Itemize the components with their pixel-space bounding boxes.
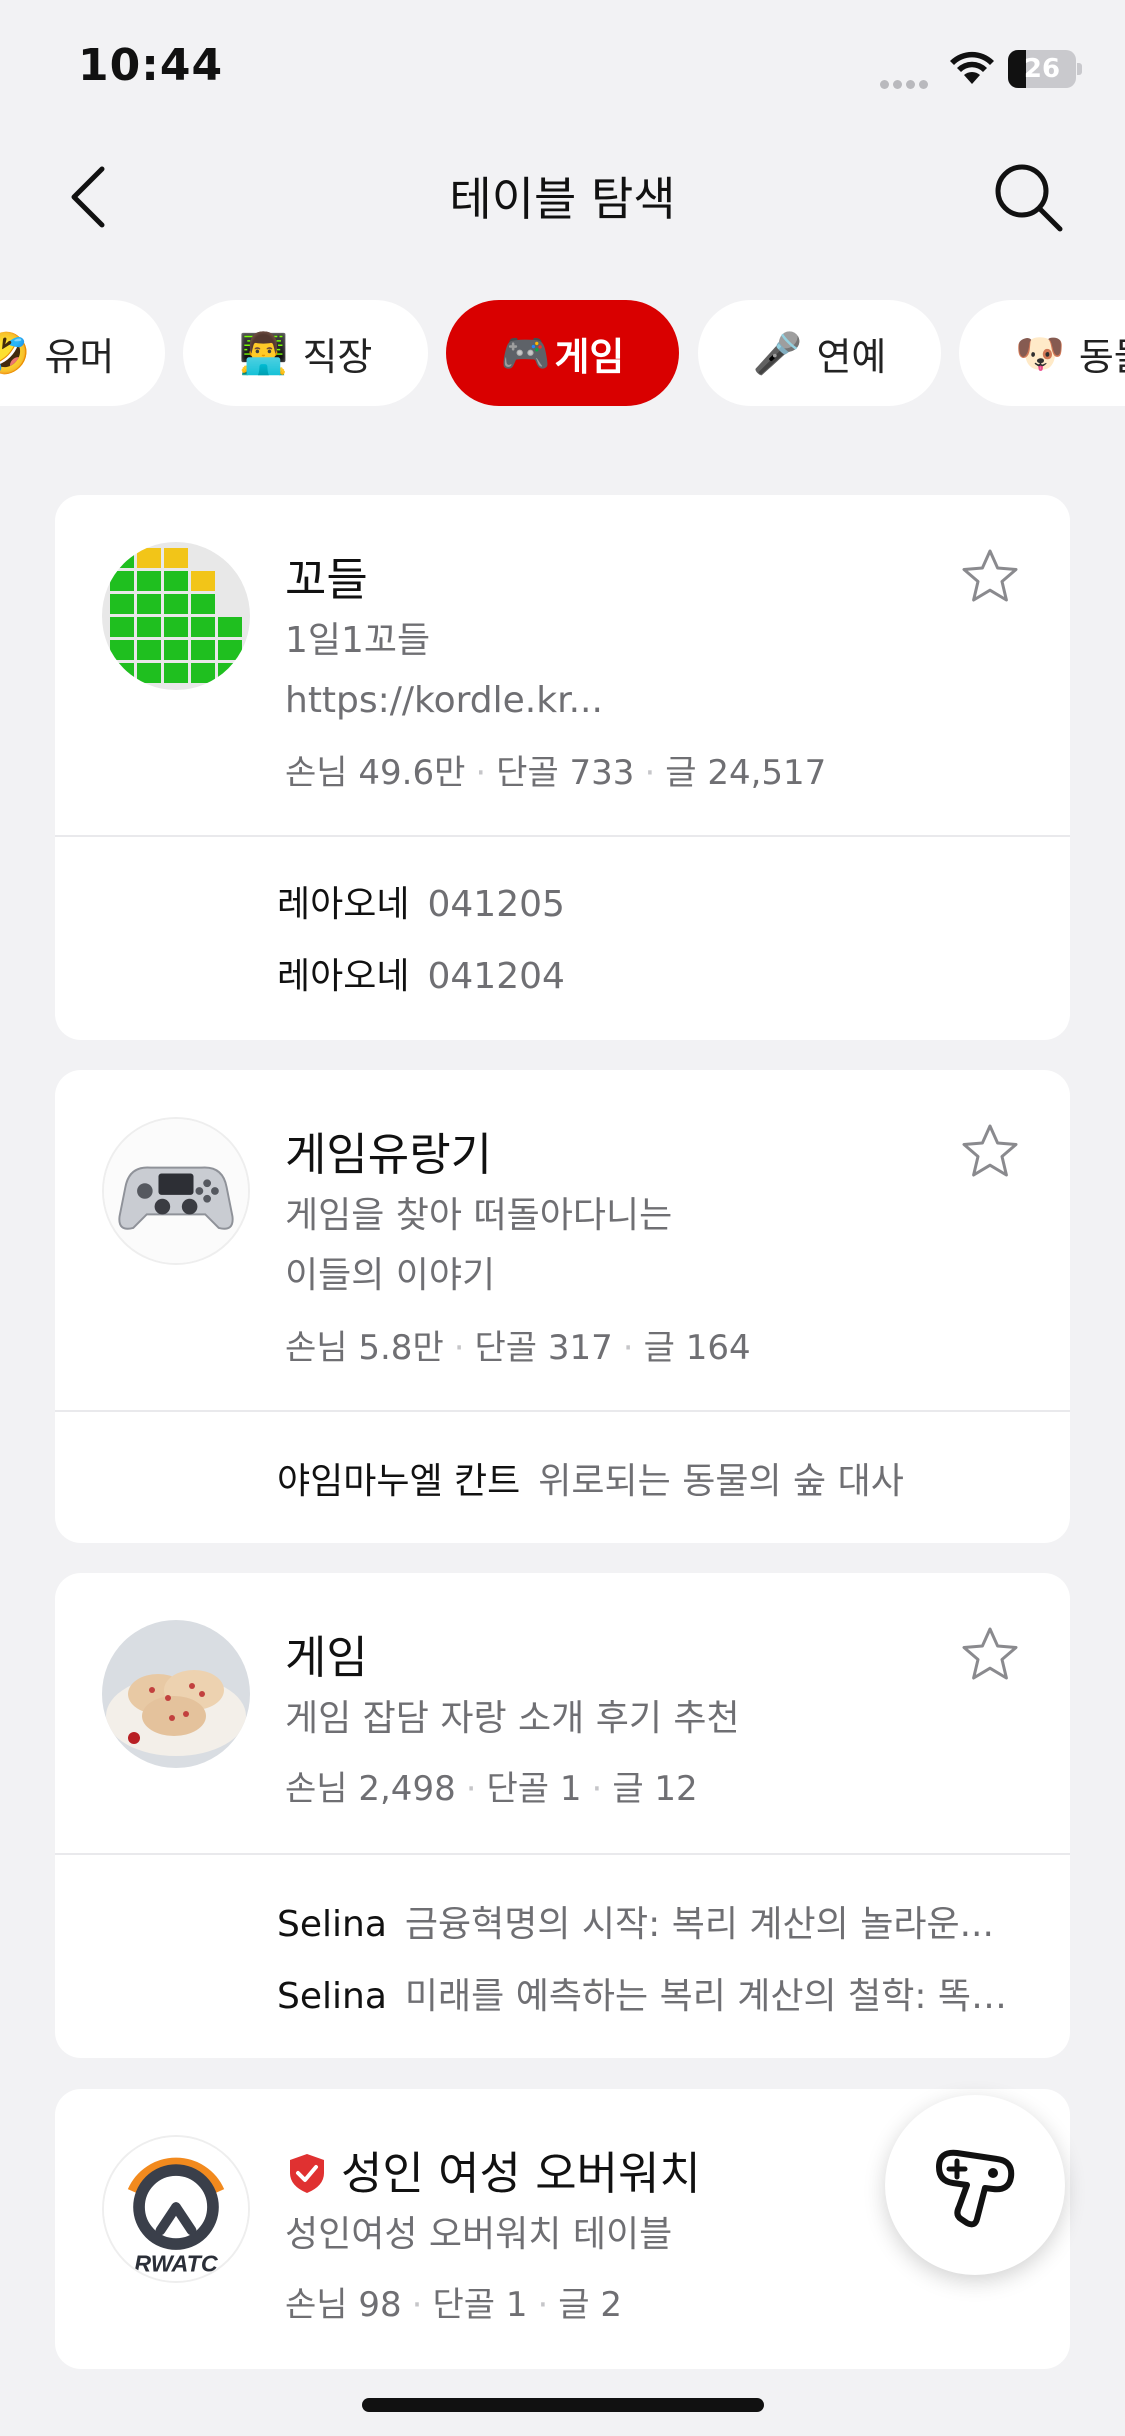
tab-entertainment[interactable]: 🎤 연예 <box>698 300 941 406</box>
star-icon[interactable] <box>960 547 1020 607</box>
table-description: 게임 잡담 자랑 소개 후기 추천 <box>285 1698 740 1739</box>
explore-fab-button[interactable] <box>885 2095 1065 2275</box>
status-bar: 10:44 26 <box>0 0 1125 135</box>
game-controller-emoji-icon: 🎮 <box>500 330 551 377</box>
table-card[interactable]: 게임 게임 잡담 자랑 소개 후기 추천 손님 2,498 · 단골 1 · 글 12 … <box>55 1573 1070 2058</box>
joystick-icon <box>936 2149 1015 2228</box>
post-count: 글 24,517 <box>665 753 827 793</box>
page-title: 테이블 탐색 <box>449 172 676 226</box>
recent-post[interactable]: 야임마누엘 칸트 위로되는 동물의 숲 대사 <box>277 1452 1047 1504</box>
regular-count: 단골 733 <box>496 753 635 793</box>
table-name: 성인 여성 오버워치 <box>341 2147 701 2200</box>
post-title: 041204 <box>427 956 565 997</box>
tab-work[interactable]: 👨‍💻 직장 <box>183 300 428 406</box>
table-description: 1일1꼬들 <box>285 620 431 661</box>
search-icon[interactable] <box>990 159 1066 235</box>
table-stats: 손님 5.8만 · 단골 317 · 글 164 <box>285 1328 751 1368</box>
recent-post[interactable]: 레아오네 041204 <box>277 947 1047 999</box>
table-avatar <box>102 1620 250 1768</box>
dog-emoji-icon: 🐶 <box>1015 330 1065 377</box>
post-title: 041205 <box>427 884 565 925</box>
table-name: 게임 <box>285 1631 368 1684</box>
tab-animals[interactable]: 🐶 동물 <box>959 300 1125 406</box>
regular-count: 단골 1 <box>486 1769 582 1809</box>
table-avatar <box>102 542 250 690</box>
post-count: 글 164 <box>643 1328 751 1368</box>
table-stats: 손님 98 · 단골 1 · 글 2 <box>285 2285 622 2325</box>
guest-count: 손님 98 <box>285 2285 402 2325</box>
post-author: 야임마누엘 칸트 <box>277 1461 521 1502</box>
post-author: 레아오네 <box>277 884 410 925</box>
recent-post[interactable]: 레아오네 041205 <box>277 875 1047 927</box>
post-author: Selina <box>277 1976 387 2017</box>
table-name-row: 성인 여성 오버워치 <box>285 2137 701 2202</box>
divider <box>55 1410 1070 1412</box>
table-stats: 손님 49.6만 · 단골 733 · 글 24,517 <box>285 753 827 793</box>
guest-count: 손님 5.8만 <box>285 1328 444 1368</box>
table-description: https://kordle.kr... <box>285 680 603 721</box>
logo-text: RWATC <box>134 2250 219 2276</box>
category-tabs: 🤣 유머 👨‍💻 직장 🎮 게임 🎤 연예 🐶 동물 <box>0 300 1125 408</box>
tab-game[interactable]: 🎮 게임 <box>446 300 679 406</box>
divider <box>55 1853 1070 1855</box>
post-author: 레아오네 <box>277 956 410 997</box>
divider <box>55 835 1070 837</box>
regular-count: 단골 1 <box>432 2285 528 2325</box>
table-avatar <box>102 1117 250 1265</box>
table-description: 게임을 찾아 떠돌아다니는 <box>285 1195 673 1236</box>
table-description: 이들의 이야기 <box>285 1255 496 1296</box>
home-indicator <box>362 2398 764 2412</box>
cellular-signal-icon <box>880 74 934 89</box>
recent-post[interactable]: Selina 미래를 예측하는 복리 계산의 철학: 똑… <box>277 1967 1047 2019</box>
laughing-emoji-icon: 🤣 <box>0 330 31 377</box>
star-icon[interactable] <box>960 1122 1020 1182</box>
battery-level: 26 <box>1023 54 1061 84</box>
post-title: 미래를 예측하는 복리 계산의 철학: 똑… <box>404 1976 1008 2017</box>
status-time: 10:44 <box>78 40 224 91</box>
nav-bar: 테이블 탐색 <box>0 135 1125 265</box>
recent-post[interactable]: Selina 금융혁명의 시작: 복리 계산의 놀라운... <box>277 1895 1047 1947</box>
table-card[interactable]: 꼬들 1일1꼬들 https://kordle.kr... 손님 49.6만 · 단… <box>55 495 1070 1040</box>
tab-label: 동물 <box>1078 334 1125 379</box>
table-name: 꼬들 <box>285 553 368 606</box>
post-title: 위로되는 동물의 숲 대사 <box>538 1461 904 1502</box>
tab-label: 연예 <box>816 334 887 379</box>
table-card[interactable]: 게임유랑기 게임을 찾아 떠돌아다니는 이들의 이야기 손님 5.8만 · 단골 3… <box>55 1070 1070 1543</box>
table-name: 게임유랑기 <box>285 1128 493 1181</box>
tab-humor[interactable]: 🤣 유머 <box>0 300 165 406</box>
post-author: Selina <box>277 1904 387 1945</box>
table-stats: 손님 2,498 · 단골 1 · 글 12 <box>285 1769 698 1809</box>
regular-count: 단골 317 <box>474 1328 613 1368</box>
tab-label: 게임 <box>554 334 625 379</box>
guest-count: 손님 2,498 <box>285 1769 456 1809</box>
battery-icon: 26 <box>1008 50 1082 88</box>
star-icon[interactable] <box>960 1625 1020 1685</box>
post-title: 금융혁명의 시작: 복리 계산의 놀라운... <box>404 1904 994 1945</box>
wifi-icon <box>950 51 994 84</box>
table-description: 성인여성 오버워치 테이블 <box>285 2214 673 2255</box>
post-count: 글 12 <box>612 1769 698 1809</box>
shield-check-icon <box>290 2154 324 2193</box>
table-avatar: RWATC <box>102 2135 250 2283</box>
office-worker-emoji-icon: 👨‍💻 <box>238 330 289 377</box>
guest-count: 손님 49.6만 <box>285 753 466 793</box>
tab-label: 직장 <box>302 334 373 379</box>
microphone-emoji-icon: 🎤 <box>752 330 803 377</box>
post-count: 글 2 <box>558 2285 622 2325</box>
tab-label: 유머 <box>44 334 115 379</box>
